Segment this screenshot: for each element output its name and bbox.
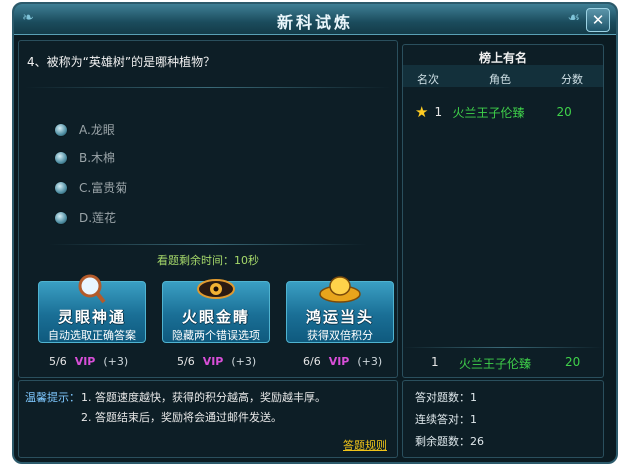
remaining-count: 剩余题数：26 bbox=[415, 435, 484, 448]
option-a[interactable]: A.龙眼 bbox=[55, 121, 115, 138]
vip-label: VIP bbox=[74, 355, 96, 368]
close-icon: ✕ bbox=[591, 11, 605, 29]
rules-link[interactable]: 答题规则 bbox=[343, 437, 387, 453]
option-label: B.木棉 bbox=[79, 151, 116, 165]
powerup-title: 灵眼神通 bbox=[57, 308, 126, 326]
ranking-title: 榜上有名 bbox=[478, 51, 527, 65]
title-bar: ❧ 新科试炼 ☙ ✕ bbox=[14, 4, 616, 35]
vip-label: VIP bbox=[328, 355, 350, 368]
option-label: C.富贵菊 bbox=[79, 181, 128, 195]
self-rank-row: 1 火兰王子伦臻 20 bbox=[431, 355, 580, 372]
powerup-desc: 隐藏两个错误选项 bbox=[172, 329, 260, 342]
option-label: D.莲花 bbox=[79, 211, 117, 225]
count-value: 6/6 bbox=[303, 355, 321, 368]
powerup-title: 鸿运当头 bbox=[305, 308, 374, 326]
self-player-name: 火兰王子伦臻 bbox=[459, 357, 532, 371]
option-d[interactable]: D.莲花 bbox=[55, 209, 116, 226]
powerup-title: 火眼金睛 bbox=[181, 308, 250, 326]
powerup-auto-answer-button[interactable]: 灵眼神通 自动选取正确答案 bbox=[38, 274, 146, 343]
option-b[interactable]: B.木棉 bbox=[55, 149, 115, 166]
column-rank: 名次 bbox=[417, 73, 439, 86]
powerup-count: 5/6 VIP (+3) bbox=[49, 355, 128, 368]
question-text: 4、被称为“英雄树”的是哪种植物？ bbox=[27, 55, 216, 69]
vip-bonus: (+3) bbox=[231, 355, 257, 368]
rank-value: 1 bbox=[434, 105, 443, 119]
vip-bonus: (+3) bbox=[103, 355, 129, 368]
powerup-hide-wrong-button[interactable]: 火眼金睛 隐藏两个错误选项 bbox=[162, 279, 270, 343]
column-role: 角色 bbox=[489, 73, 511, 86]
radio-icon bbox=[55, 211, 67, 224]
right-ornament-icon: ☙ bbox=[567, 10, 580, 26]
vip-label: VIP bbox=[202, 355, 224, 368]
score-value: 20 bbox=[556, 105, 572, 119]
powerup-count: 5/6 VIP (+3) bbox=[177, 355, 256, 368]
streak-count: 连续答对：1 bbox=[415, 413, 477, 426]
column-score: 分数 bbox=[561, 73, 583, 86]
option-c[interactable]: C.富贵菊 bbox=[55, 179, 127, 196]
radio-icon bbox=[55, 123, 67, 136]
powerup-count: 6/6 VIP (+3) bbox=[303, 355, 382, 368]
radio-icon bbox=[55, 181, 67, 194]
ranking-panel: 榜上有名 名次 角色 分数 ★ 1 火兰王子伦臻 20 1 火兰王子伦臻 20 bbox=[402, 44, 604, 378]
window-title: 新科试炼 bbox=[276, 13, 353, 32]
timer-text: 看题剩余时间：10秒 bbox=[157, 254, 259, 267]
powerup-double-score-button[interactable]: 鸿运当头 获得双倍积分 bbox=[286, 276, 394, 343]
star-icon: ★ bbox=[415, 103, 429, 121]
ranking-row: ★ 1 火兰王子伦臻 20 bbox=[415, 103, 572, 121]
tip-line-1: 1. 答题速度越快，获得的积分越高，奖励越丰厚。 bbox=[81, 391, 326, 404]
option-label: A.龙眼 bbox=[79, 123, 115, 137]
close-button[interactable]: ✕ bbox=[586, 8, 610, 32]
tips-panel: 温馨提示： 1. 答题速度越快，获得的积分越高，奖励越丰厚。 2. 答题结束后，… bbox=[18, 380, 398, 458]
correct-count: 答对题数：1 bbox=[415, 391, 477, 404]
divider bbox=[403, 347, 603, 348]
self-score-value: 20 bbox=[565, 355, 581, 369]
tips-label: 温馨提示： bbox=[25, 391, 80, 404]
stats-panel: 答对题数：1 连续答对：1 剩余题数：26 bbox=[402, 380, 604, 458]
question-panel: 4、被称为“英雄树”的是哪种植物？ A.龙眼 B.木棉 C.富贵菊 D.莲花 看… bbox=[18, 40, 398, 378]
powerup-desc: 获得双倍积分 bbox=[307, 329, 373, 342]
count-value: 5/6 bbox=[177, 355, 195, 368]
quiz-window: ❧ 新科试炼 ☙ ✕ 4、被称为“英雄树”的是哪种植物？ A.龙眼 B.木棉 C… bbox=[12, 2, 618, 464]
divider bbox=[49, 244, 367, 245]
count-value: 5/6 bbox=[49, 355, 67, 368]
self-rank-value: 1 bbox=[431, 355, 439, 369]
eye-icon bbox=[163, 272, 269, 310]
powerup-desc: 自动选取正确答案 bbox=[48, 329, 136, 342]
vip-bonus: (+3) bbox=[357, 355, 383, 368]
player-name: 火兰王子伦臻 bbox=[452, 105, 525, 120]
tip-line-2: 2. 答题结束后，奖励将会通过邮件发送。 bbox=[81, 411, 282, 424]
radio-icon bbox=[55, 151, 67, 164]
divider bbox=[25, 87, 391, 88]
gold-ingot-icon bbox=[287, 272, 393, 310]
